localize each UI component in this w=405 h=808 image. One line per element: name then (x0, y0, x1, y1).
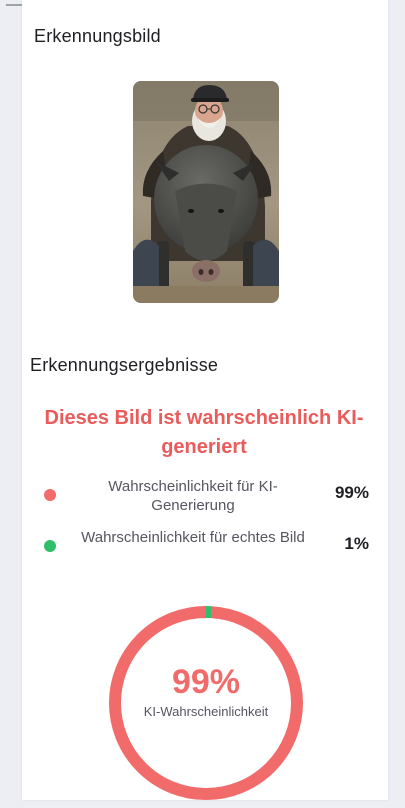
ai-dot-icon (44, 489, 56, 501)
analyzed-photo (133, 81, 279, 303)
result-row-real: Wahrscheinlichkeit für echtes Bild 1% (30, 528, 375, 568)
real-dot-icon (44, 540, 56, 552)
result-row-ai: Wahrscheinlichkeit für KI-Generierung 99… (30, 477, 375, 517)
ai-probability-value: 99% (334, 483, 369, 502)
gauge-percent: 99% (171, 663, 241, 701)
gauge-caption: KI-Wahrscheinlichkeit (143, 704, 269, 719)
recognition-image-title: Erkennungsbild (34, 26, 161, 46)
man-with-boar-image (133, 81, 279, 303)
results-title: Erkennungsergebnisse (30, 355, 219, 375)
gauge-center: 99% KI-Wahrscheinlichkeit (105, 662, 307, 720)
real-probability-label: Wahrscheinlichkeit für echtes Bild (81, 529, 305, 546)
real-probability-value: 1% (344, 534, 369, 553)
verdict-text: Dieses Bild ist wahrscheinlich KI-generi… (44, 407, 364, 458)
ai-probability-label: Wahrscheinlichkeit für KI-Generierung (108, 478, 278, 514)
back-icon-partial[interactable] (6, 0, 22, 6)
